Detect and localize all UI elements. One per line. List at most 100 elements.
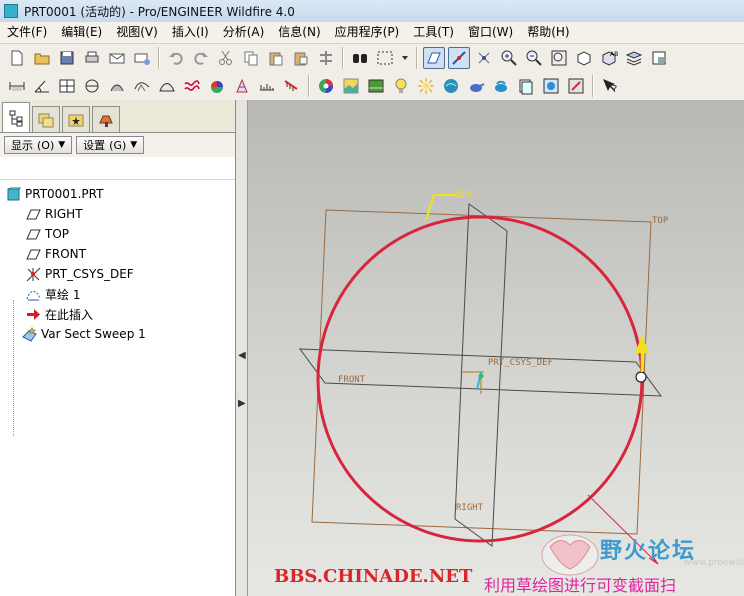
regenerate-icon xyxy=(320,51,332,65)
copy-button[interactable] xyxy=(240,47,262,69)
model-tree: PRT0001.PRT RIGHT TOP FRONT PRT_CSYS_DEF… xyxy=(0,180,235,344)
collapse-left-icon[interactable]: ◀ xyxy=(238,350,246,361)
navigator-panel: 显示 (O) ▼ 设置 (G) ▼ PRT0001.PRT RIGHT TOP … xyxy=(0,100,236,596)
tab-model-tree[interactable] xyxy=(2,102,30,132)
panel-splitter[interactable]: ◀ ▶ xyxy=(236,100,248,596)
saved-views-button[interactable]: AB xyxy=(598,47,620,69)
menu-info[interactable]: 信息(N) xyxy=(271,22,327,43)
toolbar-separator xyxy=(342,47,344,69)
scene-button[interactable] xyxy=(340,75,362,97)
curvature-analysis-button[interactable] xyxy=(181,75,203,97)
spotlight-icon xyxy=(418,78,434,94)
tab-favorites[interactable] xyxy=(62,106,90,132)
menu-view[interactable]: 视图(V) xyxy=(109,22,165,43)
render-region-button[interactable] xyxy=(465,75,487,97)
open-file-button[interactable] xyxy=(31,47,53,69)
select-box-button[interactable] xyxy=(374,47,396,69)
offset-analysis-button[interactable] xyxy=(281,75,303,97)
print-button[interactable] xyxy=(81,47,103,69)
measure-angle-button[interactable] xyxy=(31,75,53,97)
spotlight-button[interactable] xyxy=(415,75,437,97)
dihedral-analysis-button[interactable] xyxy=(256,75,278,97)
tree-item-root[interactable]: PRT0001.PRT xyxy=(0,184,235,204)
menu-tools[interactable]: 工具(T) xyxy=(406,22,461,43)
expand-right-icon[interactable]: ▶ xyxy=(238,398,246,409)
start-point[interactable] xyxy=(635,371,647,383)
chevron-down-icon xyxy=(402,56,408,60)
graphics-window[interactable]: 起点 TOP FRONT RIGHT PRT_CSYS_DEF 野火论坛 www… xyxy=(248,100,744,596)
surface-analysis-button[interactable] xyxy=(156,75,178,97)
lights-button[interactable] xyxy=(390,75,412,97)
model-analysis-button[interactable] xyxy=(106,75,128,97)
image-editor-button[interactable] xyxy=(515,75,537,97)
paste-icon xyxy=(269,52,283,66)
settings-menu-button[interactable]: 设置 (G) ▼ xyxy=(76,136,145,154)
photolux-button[interactable] xyxy=(540,75,562,97)
layers-button[interactable] xyxy=(623,47,645,69)
tree-item-insert-here[interactable]: 在此插入 xyxy=(0,304,235,324)
menu-insert[interactable]: 插入(I) xyxy=(165,22,216,43)
zoom-in-button[interactable] xyxy=(498,47,520,69)
new-file-icon xyxy=(11,50,23,66)
cut-button[interactable] xyxy=(215,47,237,69)
redo-button[interactable] xyxy=(190,47,212,69)
redo-icon xyxy=(194,52,208,65)
draft-analysis-button[interactable] xyxy=(231,75,253,97)
light-bulb-icon xyxy=(395,78,407,93)
tab-connections[interactable] xyxy=(92,106,120,132)
measure-distance-button[interactable] xyxy=(6,75,28,97)
perspective-button[interactable] xyxy=(440,75,462,97)
paste-button[interactable] xyxy=(265,47,287,69)
zoom-out-button[interactable] xyxy=(523,47,545,69)
menu-help[interactable]: 帮助(H) xyxy=(520,22,576,43)
context-help-button[interactable]: ? xyxy=(599,75,621,97)
tree-connector xyxy=(13,300,15,436)
datum-points-toggle[interactable] xyxy=(473,47,495,69)
mass-properties-button[interactable] xyxy=(56,75,78,97)
tree-item-sketch[interactable]: 草绘 1 xyxy=(0,284,235,304)
tab-folder-browser[interactable] xyxy=(32,106,60,132)
saved-views-icon: AB xyxy=(602,51,618,66)
window-title: PRT0001 (活动的) - Pro/ENGINEER Wildfire 4.… xyxy=(24,4,295,19)
select-dropdown-button[interactable] xyxy=(399,47,411,69)
forum-name-watermark: 野火论坛 xyxy=(600,538,697,564)
menu-file[interactable]: 文件(F) xyxy=(0,22,54,43)
email-link-button[interactable] xyxy=(131,47,153,69)
show-menu-button[interactable]: 显示 (O) ▼ xyxy=(4,136,73,154)
menu-edit[interactable]: 编辑(E) xyxy=(54,22,109,43)
reorient-button[interactable] xyxy=(573,47,595,69)
email-button[interactable] xyxy=(106,47,128,69)
appearance-button[interactable] xyxy=(315,75,337,97)
render-window-button[interactable] xyxy=(490,75,512,97)
menu-applications[interactable]: 应用程序(P) xyxy=(328,22,407,43)
folder-browser-icon xyxy=(38,113,54,127)
datum-axes-toggle[interactable] xyxy=(448,47,470,69)
view-manager-button[interactable] xyxy=(648,47,670,69)
select-box-icon xyxy=(377,51,393,65)
tree-item-label: 草绘 1 xyxy=(45,287,81,302)
envelope-icon xyxy=(109,53,125,64)
tree-item-var-sect-sweep[interactable]: Var Sect Sweep 1 xyxy=(0,324,235,344)
room-button[interactable] xyxy=(365,75,387,97)
datum-planes-toggle[interactable] xyxy=(423,47,445,69)
undo-icon xyxy=(169,52,183,65)
refit-button[interactable] xyxy=(548,47,570,69)
undo-button[interactable] xyxy=(165,47,187,69)
tree-item-top[interactable]: TOP xyxy=(0,224,235,244)
render-setup-button[interactable] xyxy=(565,75,587,97)
menu-analysis[interactable]: 分析(A) xyxy=(216,22,272,43)
tree-item-right[interactable]: RIGHT xyxy=(0,204,235,224)
new-file-button[interactable] xyxy=(6,47,28,69)
paste-special-button[interactable] xyxy=(290,47,312,69)
regenerate-button[interactable] xyxy=(315,47,337,69)
section-analysis-button[interactable] xyxy=(81,75,103,97)
curve-analysis-button[interactable] xyxy=(131,75,153,97)
save-button[interactable] xyxy=(56,47,78,69)
measure-angle-icon xyxy=(34,80,49,93)
tree-item-csys[interactable]: PRT_CSYS_DEF xyxy=(0,264,235,284)
shade-analysis-button[interactable] xyxy=(206,75,228,97)
find-button[interactable] xyxy=(349,47,371,69)
menu-window[interactable]: 窗口(W) xyxy=(461,22,520,43)
title-bar: PRT0001 (活动的) - Pro/ENGINEER Wildfire 4.… xyxy=(0,0,744,23)
tree-item-front[interactable]: FRONT xyxy=(0,244,235,264)
